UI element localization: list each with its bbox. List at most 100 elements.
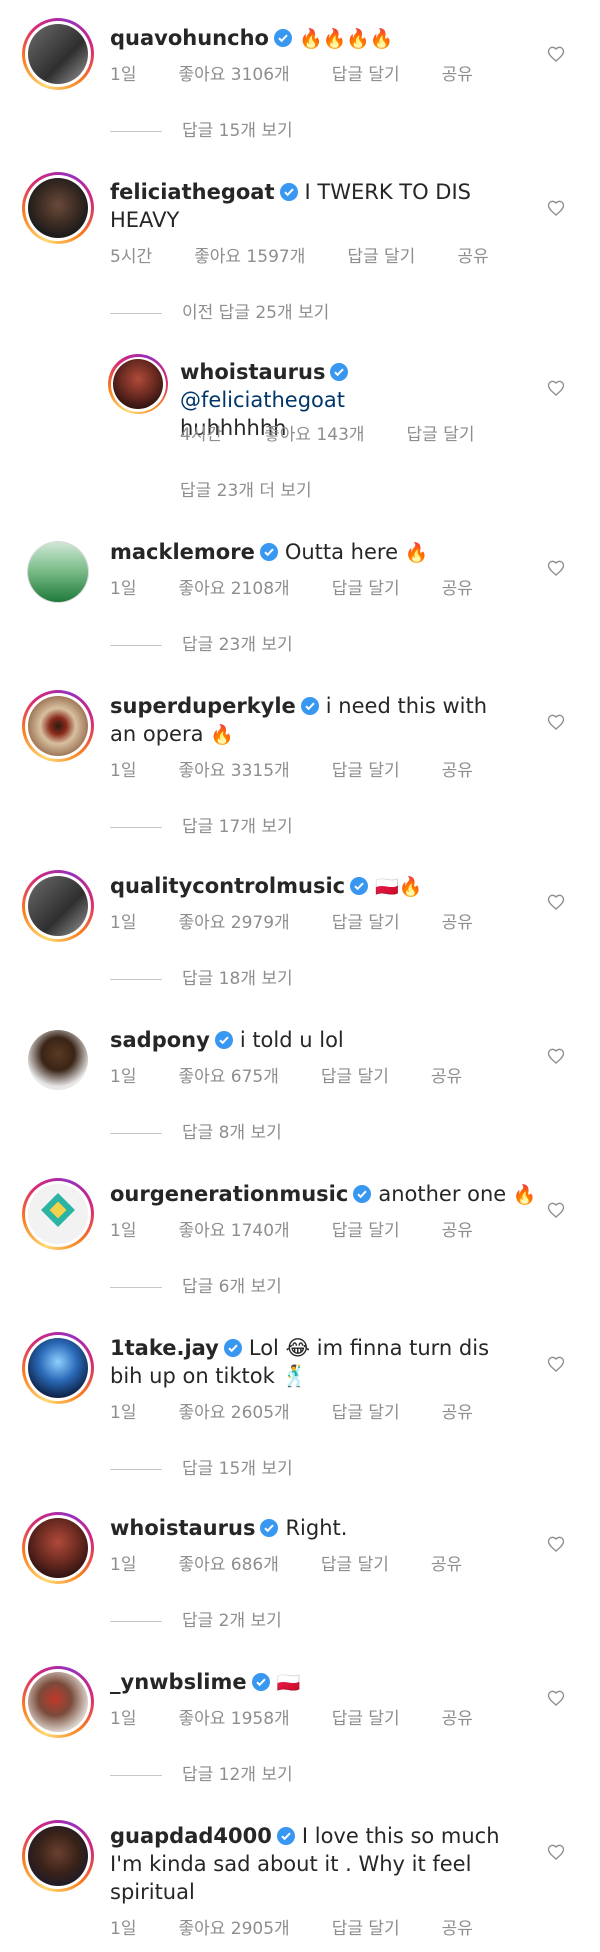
reply-button[interactable]: 답글 달기	[347, 247, 415, 267]
share-button[interactable]: 공유	[457, 247, 488, 267]
avatar[interactable]	[22, 1512, 94, 1584]
like-count[interactable]: 좋아요 686개	[178, 1555, 278, 1575]
reply-button[interactable]: 답글 달기	[332, 579, 400, 599]
share-button[interactable]: 공유	[442, 65, 473, 85]
divider	[110, 1286, 162, 1288]
verified-badge-icon	[279, 183, 298, 201]
like-count[interactable]: 좋아요 1958개	[178, 1709, 289, 1729]
reply-button[interactable]: 답글 달기	[332, 1709, 400, 1729]
avatar[interactable]	[22, 1024, 94, 1096]
view-previous-replies[interactable]: 이전 답글 25개 보기	[110, 302, 329, 324]
like-count[interactable]: 좋아요 3106개	[178, 65, 289, 85]
username[interactable]: feliciathegoat	[110, 180, 275, 204]
heart-icon[interactable]	[546, 1688, 566, 1708]
view-more-replies[interactable]: 답글 23개 더 보기	[180, 480, 312, 502]
comment-time: 1일	[110, 1067, 137, 1087]
divider	[110, 130, 162, 132]
heart-icon[interactable]	[546, 1354, 566, 1374]
divider	[110, 826, 162, 828]
share-button[interactable]: 공유	[431, 1555, 462, 1575]
avatar[interactable]	[22, 1666, 94, 1738]
share-button[interactable]: 공유	[442, 1221, 473, 1241]
verified-badge-icon	[214, 1031, 233, 1049]
comment-time: 1일	[110, 913, 137, 933]
like-count[interactable]: 좋아요 3315개	[178, 761, 289, 781]
view-replies[interactable]: 답글 18개 보기	[110, 968, 293, 990]
comment-text: Right.	[285, 1516, 348, 1540]
view-replies[interactable]: 답글 15개 보기	[110, 120, 293, 142]
divider	[110, 978, 162, 980]
reply-button[interactable]: 답글 달기	[332, 65, 400, 85]
like-count[interactable]: 좋아요 2905개	[178, 1919, 289, 1939]
view-replies[interactable]: 답글 2개 보기	[110, 1610, 282, 1632]
like-count[interactable]: 좋아요 2979개	[178, 913, 289, 933]
share-button[interactable]: 공유	[442, 1919, 473, 1939]
username[interactable]: _ynwbslime	[110, 1670, 247, 1694]
username[interactable]: macklemore	[110, 540, 255, 564]
reply-button[interactable]: 답글 달기	[321, 1555, 389, 1575]
heart-icon[interactable]	[546, 44, 566, 64]
view-replies[interactable]: 답글 8개 보기	[110, 1122, 282, 1144]
share-button[interactable]: 공유	[442, 761, 473, 781]
heart-icon[interactable]	[546, 558, 566, 578]
heart-icon[interactable]	[546, 378, 566, 398]
share-button[interactable]: 공유	[442, 913, 473, 933]
avatar[interactable]	[22, 172, 94, 244]
comment-time: 1일	[110, 579, 137, 599]
reply-button[interactable]: 답글 달기	[321, 1067, 389, 1087]
divider	[110, 1468, 162, 1470]
username[interactable]: superduperkyle	[110, 694, 296, 718]
like-count[interactable]: 좋아요 143개	[264, 425, 364, 445]
avatar[interactable]	[108, 354, 168, 414]
comment-text: Outta here	[284, 540, 399, 564]
avatar[interactable]	[22, 1332, 94, 1404]
heart-icon[interactable]	[546, 198, 566, 218]
like-count[interactable]: 좋아요 2605개	[178, 1403, 289, 1423]
username[interactable]: ourgenerationmusic	[110, 1182, 348, 1206]
view-replies[interactable]: 답글 12개 보기	[110, 1764, 293, 1786]
username[interactable]: guapdad4000	[110, 1824, 272, 1848]
like-count[interactable]: 좋아요 675개	[178, 1067, 278, 1087]
heart-icon[interactable]	[546, 892, 566, 912]
reply-button[interactable]: 답글 달기	[332, 1919, 400, 1939]
username[interactable]: whoistaurus	[180, 360, 325, 384]
username[interactable]: qualitycontrolmusic	[110, 874, 345, 898]
reply-button[interactable]: 답글 달기	[332, 1221, 400, 1241]
verified-badge-icon	[259, 543, 278, 561]
verified-badge-icon	[273, 29, 292, 47]
heart-icon[interactable]	[546, 1842, 566, 1862]
username[interactable]: whoistaurus	[110, 1516, 255, 1540]
avatar[interactable]	[22, 870, 94, 942]
share-button[interactable]: 공유	[442, 1403, 473, 1423]
avatar[interactable]	[22, 1820, 94, 1892]
reply-button[interactable]: 답글 달기	[332, 913, 400, 933]
username[interactable]: 1take.jay	[110, 1336, 219, 1360]
avatar[interactable]	[22, 690, 94, 762]
comment-emoji: 🇵🇱🔥	[375, 876, 423, 898]
avatar[interactable]	[22, 536, 94, 608]
divider	[110, 1620, 162, 1622]
heart-icon[interactable]	[546, 712, 566, 732]
avatar[interactable]	[22, 18, 94, 90]
heart-icon[interactable]	[546, 1200, 566, 1220]
like-count[interactable]: 좋아요 1597개	[194, 247, 305, 267]
reply-button[interactable]: 답글 달기	[407, 425, 475, 445]
avatar[interactable]	[22, 1178, 94, 1250]
view-replies[interactable]: 답글 23개 보기	[110, 634, 293, 656]
reply-button[interactable]: 답글 달기	[332, 761, 400, 781]
username[interactable]: quavohuncho	[110, 26, 269, 50]
heart-icon[interactable]	[546, 1046, 566, 1066]
view-replies[interactable]: 답글 15개 보기	[110, 1458, 293, 1480]
mention-link[interactable]: @feliciathegoat	[180, 388, 345, 412]
like-count[interactable]: 좋아요 1740개	[178, 1221, 289, 1241]
heart-icon[interactable]	[546, 1534, 566, 1554]
comment-time: 1일	[110, 1709, 137, 1729]
share-button[interactable]: 공유	[442, 579, 473, 599]
view-replies[interactable]: 답글 6개 보기	[110, 1276, 282, 1298]
like-count[interactable]: 좋아요 2108개	[178, 579, 289, 599]
username[interactable]: sadpony	[110, 1028, 210, 1052]
view-replies[interactable]: 답글 17개 보기	[110, 816, 293, 838]
share-button[interactable]: 공유	[431, 1067, 462, 1087]
share-button[interactable]: 공유	[442, 1709, 473, 1729]
reply-button[interactable]: 답글 달기	[332, 1403, 400, 1423]
